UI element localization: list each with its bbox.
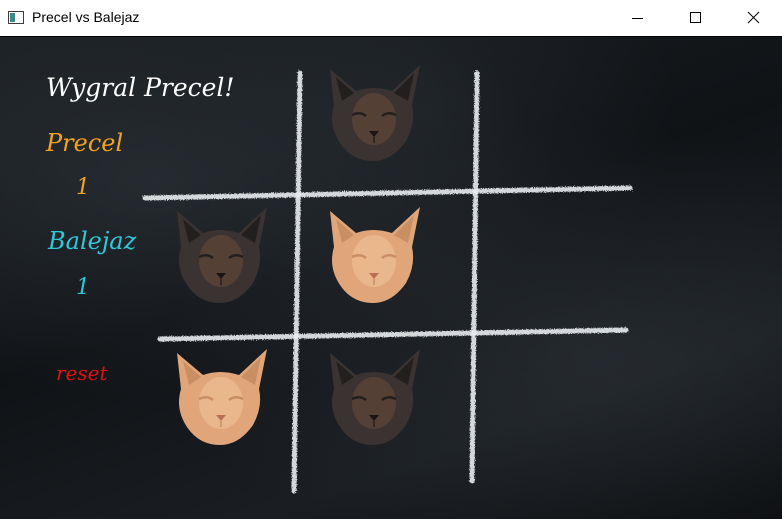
board-cell[interactable]	[145, 189, 295, 324]
player2-score: 1	[76, 275, 90, 300]
title-bar: Precel vs Balejaz	[0, 0, 782, 36]
player1-name: Precel	[46, 129, 124, 157]
dark-tortoiseshell-cat-icon	[330, 65, 420, 161]
window-title: Precel vs Balejaz	[32, 9, 140, 25]
player2-name: Balejaz	[48, 227, 137, 255]
minimize-button[interactable]	[608, 0, 666, 36]
board-cell[interactable]	[475, 189, 625, 324]
minimize-icon	[632, 18, 643, 19]
board-cell[interactable]	[298, 47, 448, 182]
board-cell[interactable]	[145, 331, 295, 466]
maximize-icon	[690, 12, 701, 23]
dark-tortoiseshell-cat-icon	[330, 349, 420, 445]
player1-score: 1	[76, 175, 90, 200]
board-cell[interactable]	[298, 331, 448, 466]
reset-button[interactable]: reset	[56, 361, 108, 385]
board-cell[interactable]	[475, 331, 625, 466]
close-icon	[747, 11, 760, 24]
ginger-cat-icon	[330, 207, 420, 303]
close-button[interactable]	[724, 0, 782, 36]
dark-tortoiseshell-cat-icon	[177, 207, 267, 303]
board-cell[interactable]	[298, 189, 448, 324]
ginger-cat-icon	[177, 349, 267, 445]
board-cell[interactable]	[145, 47, 295, 182]
app-window: Precel vs Balejaz Wygral Precel! Precel …	[0, 0, 782, 519]
app-icon	[8, 11, 24, 24]
maximize-button[interactable]	[666, 0, 724, 36]
game-board: Wygral Precel! Precel 1 Balejaz 1 reset	[0, 37, 782, 519]
board-cell[interactable]	[475, 47, 625, 182]
